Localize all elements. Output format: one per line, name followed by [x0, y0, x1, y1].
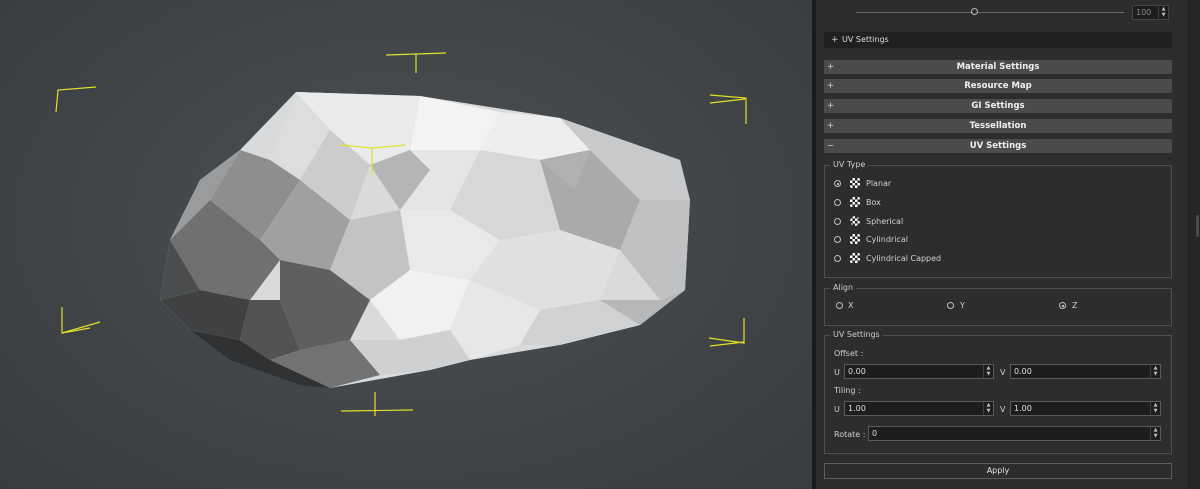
spinner-arrows-icon[interactable]: ▲ ▼: [1158, 6, 1168, 19]
cylindrical-map-icon: [850, 234, 860, 244]
spinner-arrows-icon[interactable]: ▲ ▼: [1150, 365, 1160, 378]
apply-button[interactable]: Apply: [824, 463, 1172, 479]
offset-u-input[interactable]: 0.00 ▲ ▼: [844, 364, 994, 379]
planar-map-icon: [850, 178, 860, 188]
section-label: GI Settings: [971, 101, 1025, 111]
spinner-arrows-icon[interactable]: ▲ ▼: [983, 402, 993, 415]
uv-type-cylindrical-capped-radio[interactable]: [834, 255, 841, 262]
settings-panel: 100 ▲ ▼ + UV Settings + Material Settings…: [816, 0, 1188, 489]
section-gi-settings[interactable]: + GI Settings: [824, 99, 1172, 113]
align-y-radio[interactable]: [947, 302, 954, 309]
section-material-settings[interactable]: + Material Settings: [824, 60, 1172, 74]
top-slider-value-text: 100: [1136, 8, 1152, 17]
top-slider-track[interactable]: [856, 12, 1124, 13]
uv-settings-header-label: UV Settings: [842, 35, 889, 44]
top-slider-handle[interactable]: [971, 8, 978, 15]
tiling-v-input[interactable]: 1.00 ▲ ▼: [1010, 401, 1161, 416]
tiling-u-input[interactable]: 1.00 ▲ ▼: [844, 401, 994, 416]
expand-icon: +: [827, 62, 835, 72]
cylindrical-capped-map-icon: [850, 253, 860, 263]
uv-type-planar-radio[interactable]: [834, 180, 841, 187]
box-map-icon: [850, 197, 860, 207]
tiling-u-label: U: [834, 405, 840, 414]
align-z-radio[interactable]: [1059, 302, 1066, 309]
align-x-radio[interactable]: [836, 302, 843, 309]
spinner-arrows-icon[interactable]: ▲ ▼: [1150, 402, 1160, 415]
align-title: Align: [830, 283, 857, 292]
collapse-icon: −: [827, 141, 835, 151]
uv-type-box-label[interactable]: Box: [866, 198, 881, 207]
top-slider-value[interactable]: 100 ▲ ▼: [1132, 5, 1169, 20]
align-z-label[interactable]: Z: [1072, 301, 1077, 310]
rotate-input[interactable]: 0 ▲ ▼: [868, 426, 1161, 441]
tiling-v-label: V: [1000, 405, 1006, 414]
offset-u-label: U: [834, 368, 840, 377]
viewport-scene: [55, 52, 747, 416]
uv-type-box-radio[interactable]: [834, 199, 841, 206]
tiling-v-value: 1.00: [1014, 404, 1032, 413]
tiling-label: Tiling :: [834, 386, 861, 395]
uv-settings-title: UV Settings: [830, 330, 883, 339]
spinner-arrows-icon[interactable]: ▲ ▼: [983, 365, 993, 378]
section-label: UV Settings: [969, 141, 1027, 151]
uv-type-cylindrical-label[interactable]: Cylindrical: [866, 235, 908, 244]
offset-u-value: 0.00: [848, 367, 866, 376]
offset-label: Offset :: [834, 349, 864, 358]
expand-icon: +: [831, 35, 839, 45]
uv-type-cylindrical-radio[interactable]: [834, 236, 841, 243]
expand-icon: +: [827, 121, 835, 131]
uv-type-title: UV Type: [830, 160, 869, 169]
section-label: Tessellation: [969, 121, 1027, 131]
scrollbar-thumb[interactable]: [1196, 215, 1199, 237]
spherical-map-icon: [850, 216, 860, 226]
uv-type-cylindrical-capped-label[interactable]: Cylindrical Capped: [866, 254, 941, 263]
align-group: [824, 288, 1172, 326]
uv-settings-header-collapsed[interactable]: + UV Settings: [824, 32, 1172, 48]
section-label: Material Settings: [956, 62, 1040, 72]
align-x-label[interactable]: X: [848, 301, 853, 310]
section-resource-map[interactable]: + Resource Map: [824, 79, 1172, 93]
tiling-u-value: 1.00: [848, 404, 866, 413]
rotate-label: Rotate :: [834, 430, 866, 439]
uv-type-planar-label[interactable]: Planar: [866, 179, 891, 188]
offset-v-input[interactable]: 0.00 ▲ ▼: [1010, 364, 1161, 379]
3d-viewport[interactable]: [0, 0, 812, 489]
uv-type-spherical-label[interactable]: Spherical: [866, 217, 903, 226]
align-y-label[interactable]: Y: [960, 301, 965, 310]
section-uv-settings[interactable]: − UV Settings: [824, 139, 1172, 153]
section-tessellation[interactable]: + Tessellation: [824, 119, 1172, 133]
rock-mesh[interactable]: [160, 92, 690, 388]
expand-icon: +: [827, 101, 835, 111]
offset-v-label: V: [1000, 368, 1006, 377]
panel-scrollbar[interactable]: [1188, 0, 1200, 489]
section-label: Resource Map: [964, 81, 1032, 91]
rotate-value: 0: [872, 429, 878, 438]
expand-icon: +: [827, 81, 835, 91]
offset-v-value: 0.00: [1014, 367, 1032, 376]
uv-type-spherical-radio[interactable]: [834, 218, 841, 225]
spinner-arrows-icon[interactable]: ▲ ▼: [1150, 427, 1160, 440]
